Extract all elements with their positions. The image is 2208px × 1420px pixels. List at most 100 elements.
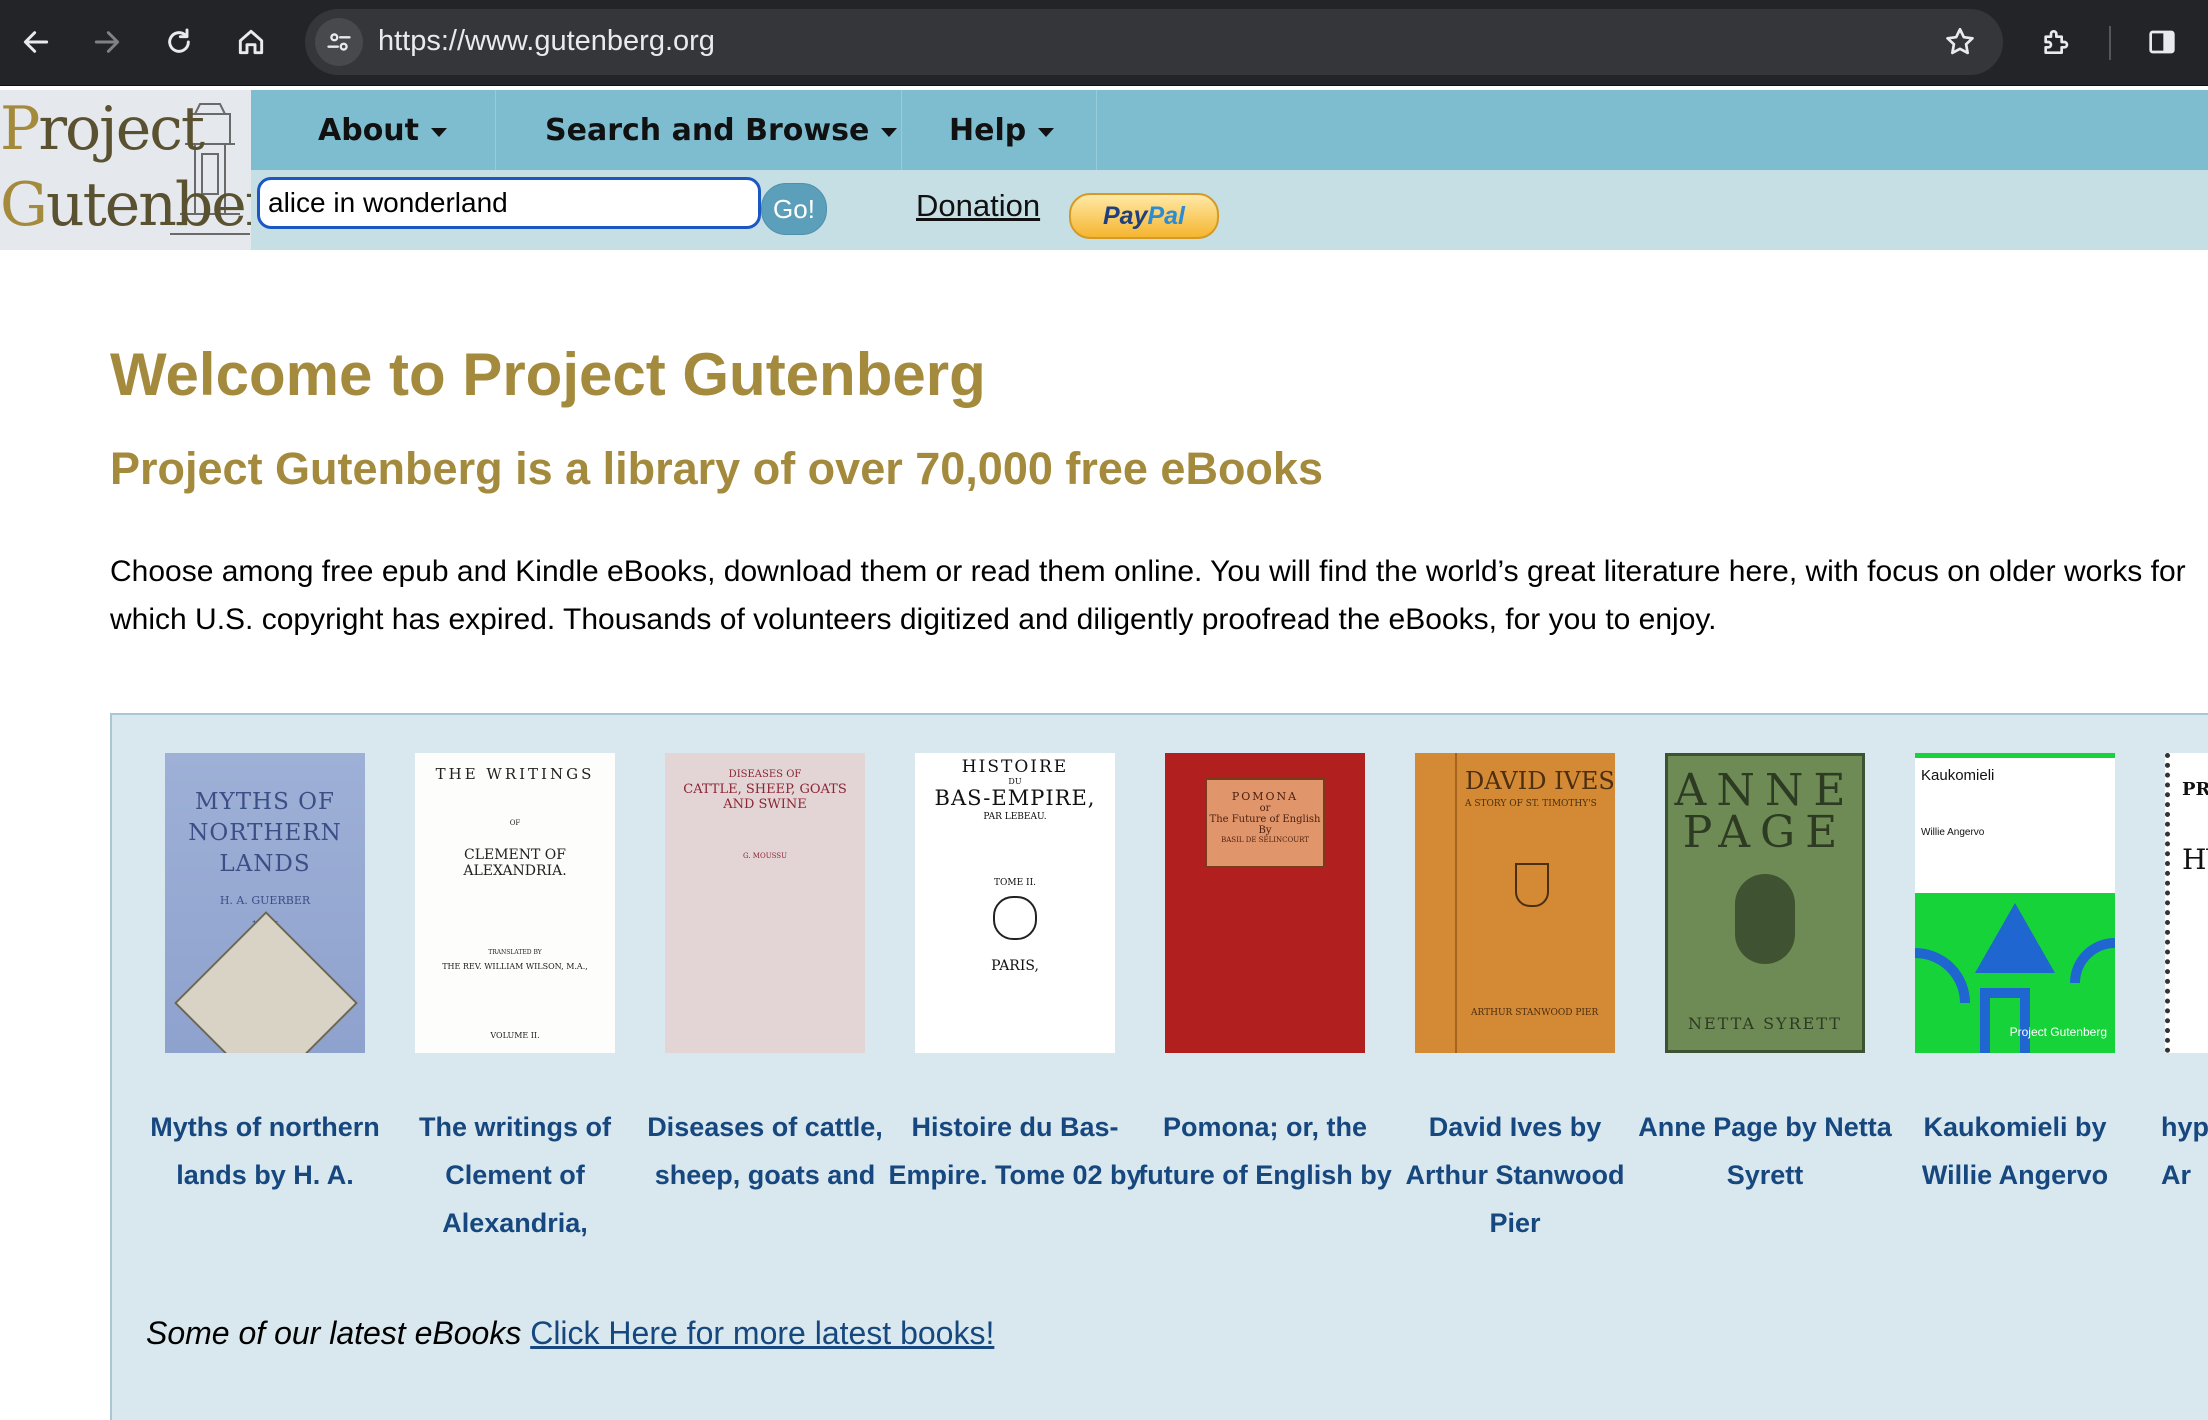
book-cover[interactable]: MYTHS OF NORTHERN LANDS H. A. GUERBER 18… <box>165 753 365 1053</box>
puzzle-icon <box>2044 30 2069 54</box>
cover-line: CATTLE, SHEEP, GOATS <box>683 782 847 797</box>
book-title-link[interactable]: Anne Page by Netta Syrett <box>1635 1103 1895 1253</box>
url-text[interactable]: https://www.gutenberg.org <box>378 25 715 58</box>
nav-help-label: Help <box>949 112 1027 148</box>
cover-line: Willie Angervo <box>1921 827 1985 838</box>
toolbar-separator <box>2109 26 2111 60</box>
book-title-link[interactable]: Kaukomieli by Willie Angervo <box>1885 1103 2145 1253</box>
book-cover[interactable]: PR HY <box>2165 753 2208 1053</box>
nav-help[interactable]: Help <box>949 90 1055 170</box>
cover-line: PAR LEBEAU. <box>983 812 1047 822</box>
latest-caption-text: Some of our latest eBooks <box>146 1315 522 1351</box>
cover-line: TOME II. <box>994 878 1036 888</box>
book-cover[interactable]: THE WRITINGS OF CLEMENT OF ALEXANDRIA. T… <box>415 753 615 1053</box>
nav-about[interactable]: About <box>318 90 448 170</box>
reload-button[interactable] <box>151 14 207 70</box>
book-title-link[interactable]: hyp Ar <box>2161 1103 2208 1253</box>
page-title: Welcome to Project Gutenberg <box>110 341 986 408</box>
book-cover[interactable]: POMONA or The Future of English By BASIL… <box>1165 753 1365 1053</box>
cover-line: HY <box>2182 843 2208 876</box>
side-panel-icon <box>2149 30 2175 54</box>
book-title-link[interactable]: Diseases of cattle, sheep, goats and <box>635 1103 895 1253</box>
nav-divider <box>1096 90 1097 170</box>
cover-emblem <box>993 896 1037 940</box>
book-cover[interactable]: DAVID IVES A STORY OF ST. TIMOTHY'S ARTH… <box>1415 753 1615 1053</box>
cover-line: Project Gutenberg <box>2009 1025 2107 1039</box>
cover-line: The Future of English <box>1209 814 1321 825</box>
latest-books-panel: MYTHS OF NORTHERN LANDS H. A. GUERBER 18… <box>110 713 2208 1420</box>
cover-title: MYTHS OF NORTHERN LANDS <box>165 753 365 880</box>
reload-icon <box>168 28 190 53</box>
search-input[interactable] <box>257 177 761 229</box>
cover-line: PARIS, <box>991 958 1039 974</box>
cover-line: NETTA SYRETT <box>1688 1014 1842 1033</box>
paypal-button[interactable]: Pay Pal <box>1069 193 1219 239</box>
nav-search-and-browse[interactable]: Search and Browse <box>545 90 898 170</box>
browser-toolbar: https://www.gutenberg.org <box>0 0 2208 86</box>
home-button[interactable] <box>223 14 279 70</box>
book-cover[interactable]: DISEASES OF CATTLE, SHEEP, GOATS AND SWI… <box>665 753 865 1053</box>
book-title-link[interactable]: David Ives by Arthur Stanwood Pier <box>1385 1103 1645 1253</box>
logo-rest: utenberg <box>45 170 251 240</box>
caret-down-icon <box>881 127 898 137</box>
page-subtitle: Project Gutenberg is a library of over 7… <box>110 443 1323 494</box>
cover-line: BASIL DE SÉLINCOURT <box>1221 836 1309 844</box>
main-navigation: About Search and Browse Help <box>251 90 2208 170</box>
cover-line: DISEASES OF <box>728 769 802 780</box>
cover-line: A STORY OF ST. TIMOTHY'S <box>1465 799 1597 809</box>
donation-link[interactable]: Donation <box>916 188 1040 224</box>
site-info-icon[interactable] <box>315 18 363 66</box>
cover-label: POMONA or The Future of English By BASIL… <box>1205 778 1325 868</box>
cover-line: AND SWINE <box>723 797 807 812</box>
go-button[interactable]: Go! <box>761 183 827 235</box>
cover-line: DAVID IVES <box>1465 767 1615 795</box>
cover-line: VOLUME II. <box>490 1031 540 1040</box>
book-title-link[interactable]: Histoire du Bas-Empire. Tome 02 by <box>885 1103 1145 1253</box>
cover-line: ANNE <box>1674 765 1856 816</box>
cover-line: TRANSLATED BY <box>488 949 542 956</box>
book-title-link[interactable]: Myths of northern lands by H. A. <box>135 1103 395 1253</box>
cover-line: DU <box>1008 777 1022 786</box>
caret-down-icon <box>431 127 448 137</box>
more-latest-books-link[interactable]: Click Here for more latest books! <box>530 1315 994 1351</box>
cover-spine <box>1415 753 1457 1053</box>
logo-initial: P <box>0 94 40 164</box>
logo-rest: roject <box>38 94 205 164</box>
forward-button[interactable] <box>79 14 135 70</box>
cover-ornament <box>1735 874 1795 964</box>
book-cover[interactable]: HISTOIRE DU BAS-EMPIRE, PAR LEBEAU. TOME… <box>915 753 1115 1053</box>
cover-line: BAS-EMPIRE, <box>934 786 1096 810</box>
book-cover[interactable]: Kaukomieli Willie Angervo Project Gutenb… <box>1915 753 2115 1053</box>
nav-about-label: About <box>318 112 420 148</box>
logo-word-gutenberg: Gutenberg <box>0 170 251 240</box>
intro-paragraph: Choose among free epub and Kindle eBooks… <box>110 555 2186 636</box>
project-gutenberg-logo[interactable]: Project Gutenberg <box>0 90 251 250</box>
search-bar-row: Go! Donation PayPal <box>251 170 2208 250</box>
latest-caption: Some of our latest eBooks Click Here for… <box>146 1315 994 1352</box>
cover-line: CLEMENT OF ALEXANDRIA. <box>463 847 567 879</box>
cover-line: By <box>1258 825 1272 836</box>
cover-line: THE WRITINGS <box>435 765 595 783</box>
back-button[interactable] <box>8 14 64 70</box>
cover-line: PR <box>2182 779 2208 800</box>
back-arrow-icon <box>23 31 49 53</box>
cover-author: H. A. GUERBER <box>219 894 311 907</box>
cover-line: NORTHERN <box>188 820 342 846</box>
side-panel-button[interactable] <box>2134 14 2190 70</box>
bookmark-star-icon[interactable] <box>1943 25 1977 59</box>
cover-line: Kaukomieli <box>1921 767 1995 784</box>
cover-shield <box>1515 863 1549 907</box>
cover-line: MYTHS OF <box>194 789 335 815</box>
paypal-logo-part1: Pay <box>1102 201 1148 230</box>
book-title-link[interactable]: Pomona; or, the future of English by <box>1135 1103 1395 1253</box>
cover-line: THE REV. WILLIAM WILSON, M.A., <box>442 962 588 971</box>
book-cover[interactable]: ANNE PAGE NETTA SYRETT <box>1665 753 1865 1053</box>
home-icon <box>238 29 264 55</box>
book-title-link[interactable]: The writings of Clement of Alexandria, <box>385 1103 645 1253</box>
cover-line: LANDS <box>219 851 311 877</box>
extensions-button[interactable] <box>2027 14 2083 70</box>
address-bar[interactable]: https://www.gutenberg.org <box>305 9 2003 75</box>
paypal-logo-part2: Pal <box>1147 201 1185 230</box>
book-title-text: hyp Ar <box>2161 1112 2208 1190</box>
cover-line: ARTHUR STANWOOD PIER <box>1471 1008 1599 1018</box>
